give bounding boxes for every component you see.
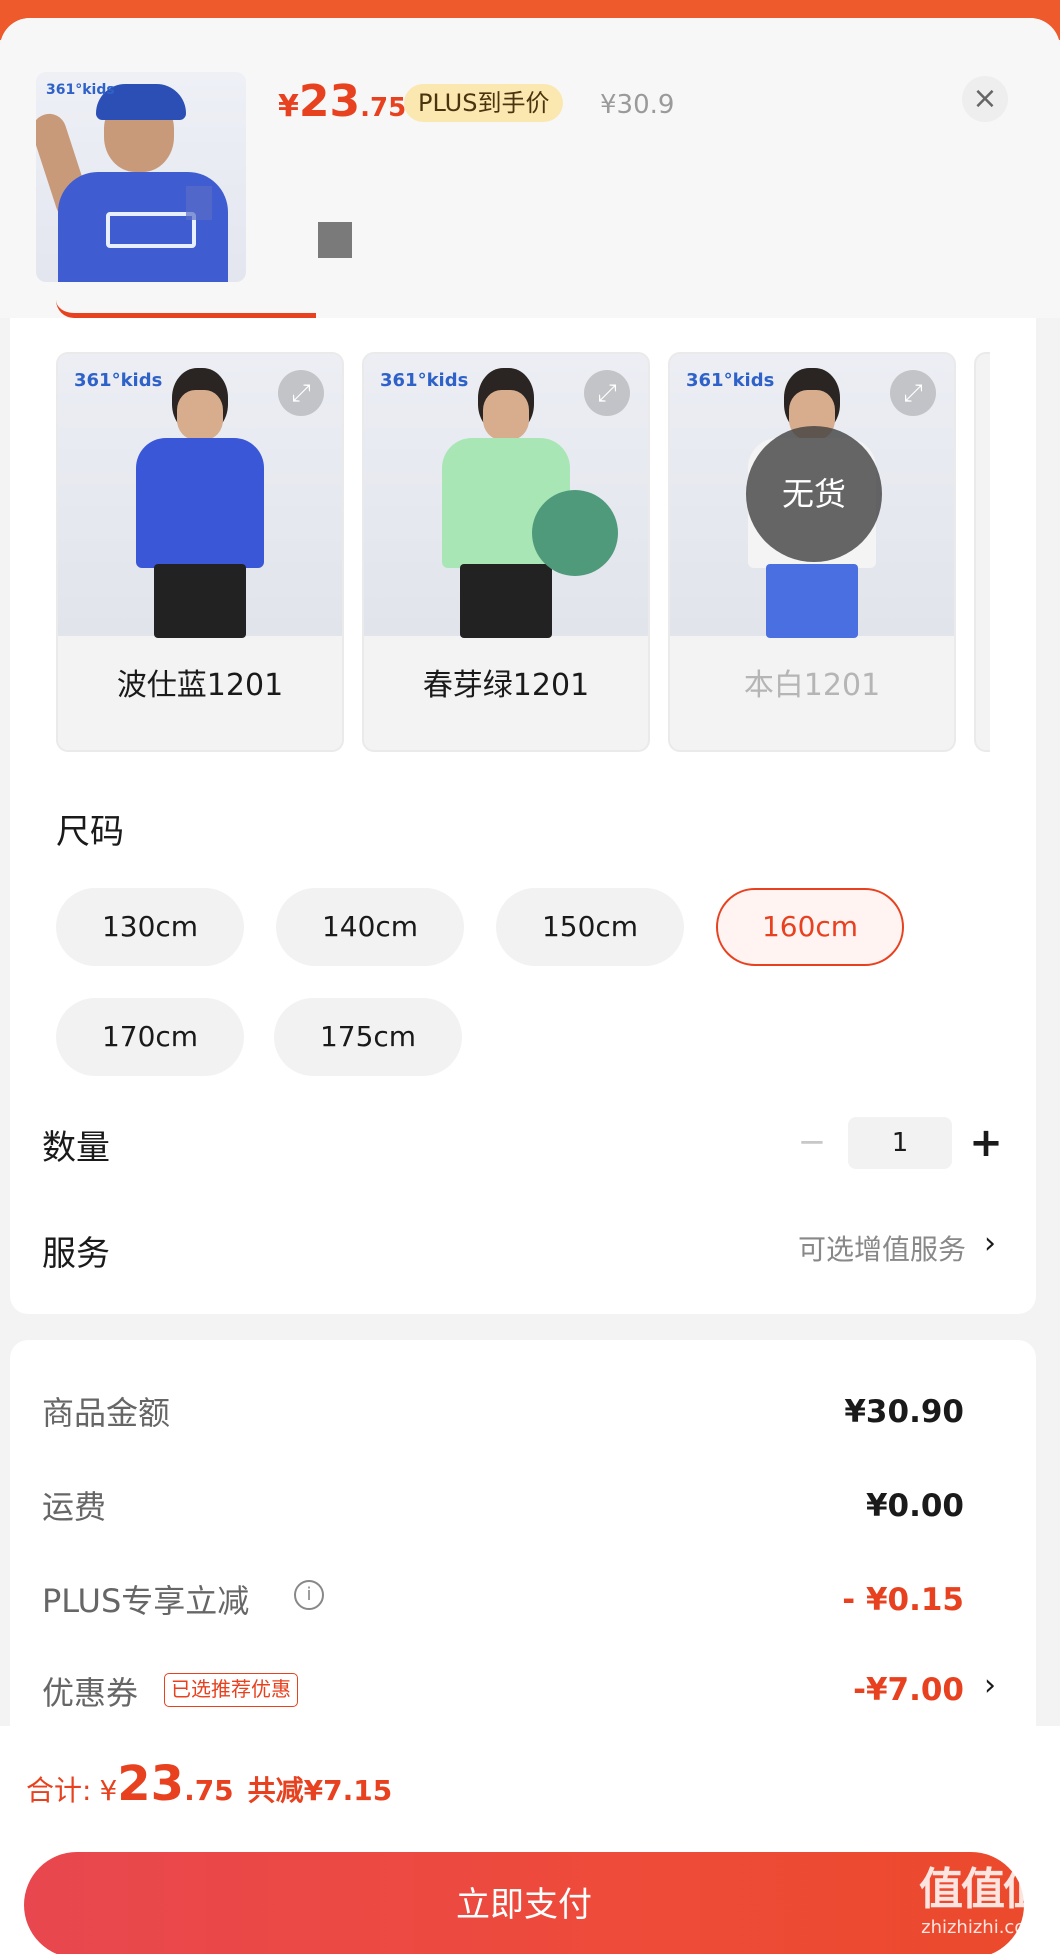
plus-price: ¥ 23 .75 xyxy=(278,76,406,136)
color-option-more[interactable] xyxy=(974,352,990,752)
plus-discount-value: - ¥0.15 xyxy=(842,1582,964,1618)
color-option-image: 361°kids ⤢ xyxy=(58,354,342,638)
color-option-green[interactable]: 361°kids ⤢ 春芽绿1201 xyxy=(362,352,650,752)
color-option-image: 361°kids ⤢ xyxy=(364,354,648,638)
size-option-130[interactable]: 130cm xyxy=(56,888,244,966)
expand-icon[interactable]: ⤢ xyxy=(278,370,324,416)
price-symbol: ¥ xyxy=(278,89,299,124)
color-option-image: 361°kids ⤢ 无货 xyxy=(670,354,954,638)
size-option-140[interactable]: 140cm xyxy=(276,888,464,966)
size-option-160[interactable]: 160cm xyxy=(716,888,904,966)
thumb-brand-logo: 361°kids xyxy=(46,82,115,98)
redaction-block xyxy=(318,222,352,258)
size-option-170[interactable]: 170cm xyxy=(56,998,244,1076)
expand-icon[interactable]: ⤢ xyxy=(584,370,630,416)
chevron-right-icon[interactable]: › xyxy=(984,1226,996,1261)
shipping-label: 运费 xyxy=(42,1488,107,1526)
quantity-increase-button[interactable]: + xyxy=(964,1118,1008,1168)
color-option-label: 波仕蓝1201 xyxy=(116,668,284,703)
close-icon: × xyxy=(972,81,998,116)
original-price: ¥30.9 xyxy=(600,90,675,120)
size-option-150[interactable]: 150cm xyxy=(496,888,684,966)
shipping-value: ¥0.00 xyxy=(865,1488,964,1524)
sold-out-badge: 无货 xyxy=(746,426,882,562)
expand-icon[interactable]: ⤢ xyxy=(890,370,936,416)
color-options: 361°kids ⤢ 波仕蓝1201 361°kids ⤢ 春芽绿1201 36… xyxy=(56,352,990,754)
watermark-logo: 值值值 zhizhizhi.com xyxy=(919,1864,1047,1938)
price-decimal: .75 xyxy=(360,93,407,123)
color-option-label: 春芽绿1201 xyxy=(422,668,590,703)
coupon-label: 优惠券 xyxy=(42,1674,139,1712)
coupon-value[interactable]: -¥7.00 xyxy=(853,1672,964,1708)
product-thumbnail[interactable]: 361°kids xyxy=(36,72,246,282)
quantity-title: 数量 xyxy=(42,1128,110,1168)
total-symbol: ¥ xyxy=(99,1774,118,1807)
color-option-blue[interactable]: 361°kids ⤢ 波仕蓝1201 xyxy=(56,352,344,752)
total-savings: 共减¥7.15 xyxy=(247,1774,393,1807)
redaction-block xyxy=(186,186,212,220)
plus-discount-label: PLUS专享立减 xyxy=(42,1582,250,1620)
service-title: 服务 xyxy=(42,1234,110,1274)
tab-indicator xyxy=(56,300,316,318)
quantity-decrease-button[interactable]: − xyxy=(790,1120,834,1164)
total-decimal: .75 xyxy=(184,1774,234,1807)
color-option-white[interactable]: 361°kids ⤢ 无货 本白1201 xyxy=(668,352,956,752)
pay-now-button[interactable]: 立即支付 xyxy=(24,1852,1024,1954)
goods-amount-label: 商品金额 xyxy=(42,1394,171,1432)
color-option-label: 本白1201 xyxy=(743,668,881,703)
goods-amount-value: ¥30.90 xyxy=(844,1394,964,1430)
chevron-right-icon[interactable]: › xyxy=(984,1668,996,1703)
service-value[interactable]: 可选增值服务 xyxy=(798,1228,966,1268)
size-title: 尺码 xyxy=(56,812,124,852)
brand-logo: 361°kids xyxy=(686,370,775,391)
brand-logo: 361°kids xyxy=(380,370,469,391)
quantity-input[interactable]: 1 xyxy=(848,1117,952,1169)
close-button[interactable]: × xyxy=(962,76,1008,122)
coupon-tag: 已选推荐优惠 xyxy=(164,1673,298,1707)
brand-logo: 361°kids xyxy=(74,370,163,391)
total-summary: 合计: ¥ 23 .75 共减¥7.15 xyxy=(26,1756,392,1812)
price-integer: 23 xyxy=(298,76,361,127)
size-option-175[interactable]: 175cm xyxy=(274,998,462,1076)
plus-price-tag: PLUS到手价 xyxy=(404,84,564,122)
info-icon[interactable]: i xyxy=(294,1580,324,1610)
total-label: 合计: xyxy=(26,1774,92,1807)
total-integer: 23 xyxy=(117,1756,185,1812)
